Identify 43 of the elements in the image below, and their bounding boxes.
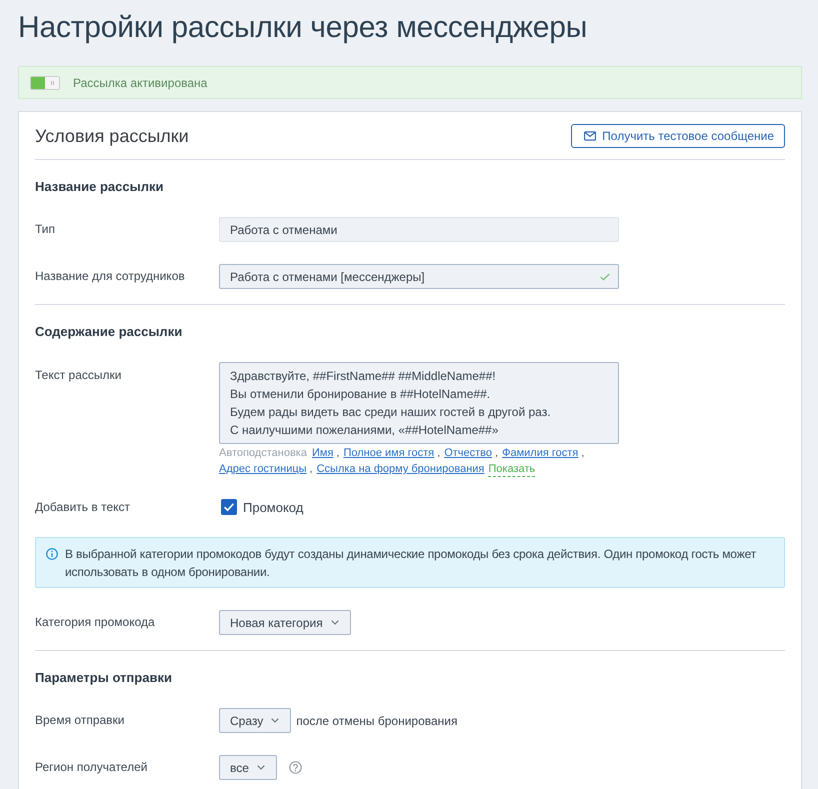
variable-link[interactable]: Фамилия гостя — [502, 445, 578, 461]
field-label: Время отправки — [35, 712, 126, 728]
check-icon — [600, 272, 610, 280]
info-icon — [46, 548, 58, 560]
page-title: Настройки рассылки через мессенджеры — [18, 10, 588, 46]
field-label: Добавить в текст — [35, 499, 131, 515]
test-message-button[interactable]: Получить тестовое сообщение — [571, 124, 785, 148]
variable-link[interactable]: Полное имя гостя — [343, 445, 434, 461]
banner-text: Рассылка активирована — [73, 76, 208, 90]
variable-link[interactable]: Адрес гостиницы — [219, 461, 307, 477]
toggle-switch[interactable] — [30, 76, 60, 90]
section-heading: Содержание рассылки — [35, 323, 184, 341]
field-label: Категория промокода — [35, 614, 156, 630]
section-heading: Название рассылки — [35, 178, 164, 196]
message-textarea[interactable]: Здравствуйте, ##FirstName## ##MiddleName##! Вы отменили бронирование в ##HotelName##. Будем рады видеть вас среди наших гостей в другой раз. С наилучшими пожеланиями, «##HotelName##» — [219, 362, 619, 444]
suffix-text: после отмены бронирования — [296, 714, 458, 728]
field-label: Тип — [35, 221, 56, 237]
comma-separator: , — [310, 462, 313, 477]
comma-separator: , — [495, 446, 498, 461]
envelope-icon — [584, 131, 596, 141]
caret-icon — [271, 718, 280, 723]
help-icon[interactable] — [288, 761, 302, 774]
field-label: Название для сотрудников — [35, 268, 186, 284]
caret-icon — [256, 765, 265, 770]
alert-text: В выбранной категории промокодов будут созданы динамические промокоды без срока действия. Один промокод гость может использовать в одном бронировании. — [65, 546, 758, 581]
section-heading: Параметры отправки — [35, 669, 173, 687]
dropdown[interactable]: Новая категория — [219, 610, 351, 635]
comma-separator: , — [336, 446, 340, 461]
dropdown[interactable]: все — [219, 755, 277, 780]
comma-separator: , — [437, 446, 440, 461]
text-field[interactable]: Работа с отменами [мессенджеры] — [219, 264, 619, 289]
variable-link[interactable]: Отчество — [444, 445, 492, 461]
variable-link[interactable]: Имя — [312, 445, 334, 461]
variable-link[interactable]: Ссылка на форму бронирования — [316, 461, 484, 477]
checkbox-label[interactable]: Промокод — [243, 500, 304, 514]
field-label: Текст рассылки — [35, 367, 122, 383]
card-title: Условия рассылки — [35, 125, 189, 148]
checkbox[interactable] — [221, 499, 237, 515]
field-label: Регион получателей — [35, 759, 148, 775]
comma-separator: , — [581, 446, 584, 461]
autofill-label: Автоподстановка — [219, 446, 307, 461]
dropdown[interactable]: Сразу — [219, 708, 292, 733]
caret-icon — [330, 620, 339, 625]
